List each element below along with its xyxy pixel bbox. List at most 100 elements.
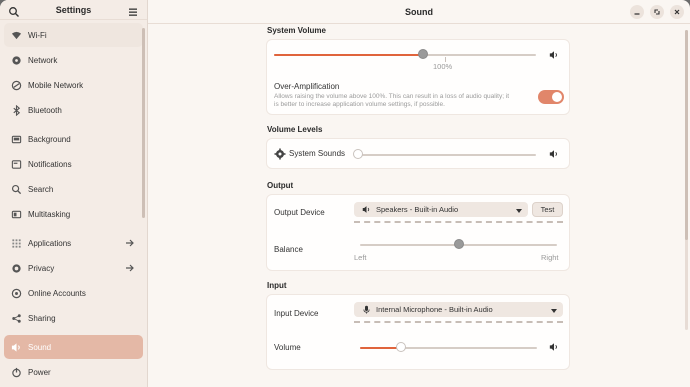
sidebar-item-label: Applications bbox=[28, 238, 72, 248]
settings-window: Settings Wi-Fi Network Mobile Network Bl… bbox=[0, 0, 690, 387]
balance-label: Balance bbox=[274, 245, 303, 254]
sidebar-item-label: Multitasking bbox=[28, 209, 71, 219]
sidebar-item-label: Sound bbox=[28, 342, 52, 352]
sidebar-item-label: Mobile Network bbox=[28, 80, 84, 90]
toggle-knob bbox=[552, 92, 562, 102]
input-volume-slider-thumb[interactable] bbox=[395, 342, 406, 352]
sidebar-item-sharing[interactable]: Sharing bbox=[4, 306, 143, 330]
gear-icon bbox=[274, 148, 286, 160]
speaker-icon[interactable] bbox=[549, 50, 559, 60]
sidebar-item-label: Wi-Fi bbox=[28, 30, 47, 40]
section-title-output: Output bbox=[267, 181, 294, 190]
wifi-icon bbox=[10, 29, 22, 41]
chevron-down-icon bbox=[516, 207, 522, 213]
system-sounds-label: System Sounds bbox=[289, 149, 346, 158]
sidebar-item-mobile-network[interactable]: Mobile Network bbox=[4, 73, 143, 97]
search-icon[interactable] bbox=[8, 6, 20, 18]
system-volume-card: 100% Over-Amplification Allows raising t… bbox=[266, 39, 570, 115]
test-button[interactable]: Test bbox=[532, 202, 563, 217]
main-scrollbar-thumb[interactable] bbox=[685, 30, 688, 240]
output-level-meter bbox=[354, 221, 563, 223]
arrow-right-icon bbox=[125, 237, 135, 249]
input-level-meter bbox=[354, 321, 563, 323]
balance-left-label: Left bbox=[354, 253, 367, 262]
network-icon bbox=[10, 54, 22, 66]
sidebar-item-network[interactable]: Network bbox=[4, 48, 143, 72]
page-title: Sound bbox=[405, 6, 433, 17]
balance-right-label: Right bbox=[541, 253, 559, 262]
search-icon bbox=[10, 183, 22, 195]
background-icon bbox=[10, 133, 22, 145]
chevron-down-icon bbox=[551, 307, 557, 313]
sidebar-item-label: Search bbox=[28, 184, 54, 194]
sidebar-item-privacy[interactable]: Privacy bbox=[4, 256, 143, 280]
sidebar-scrollbar[interactable] bbox=[142, 28, 145, 218]
output-device-dropdown[interactable]: Speakers - Built-in Audio bbox=[354, 202, 528, 217]
input-device-label: Input Device bbox=[274, 309, 319, 318]
sidebar-list: Wi-Fi Network Mobile Network Bluetooth B… bbox=[0, 20, 147, 387]
over-amplification-title: Over-Amplification bbox=[274, 82, 340, 91]
speaker-icon[interactable] bbox=[549, 149, 559, 159]
system-volume-slider-thumb[interactable] bbox=[418, 49, 429, 59]
sidebar-item-background[interactable]: Background bbox=[4, 127, 143, 151]
sidebar-item-label: Sharing bbox=[28, 313, 56, 323]
sidebar-item-multitasking[interactable]: Multitasking bbox=[4, 202, 143, 226]
sidebar-item-label: Background bbox=[28, 134, 71, 144]
sidebar-item-search[interactable]: Search bbox=[4, 177, 143, 201]
sidebar-item-label: Bluetooth bbox=[28, 105, 62, 115]
system-sounds-slider-thumb[interactable] bbox=[353, 149, 363, 159]
microphone-icon bbox=[362, 305, 372, 315]
sidebar-item-applications[interactable]: Applications bbox=[4, 231, 143, 255]
sidebar-item-label: Power bbox=[28, 367, 51, 377]
sidebar-item-online-accounts[interactable]: Online Accounts bbox=[4, 281, 143, 305]
balance-slider-thumb[interactable] bbox=[453, 239, 464, 249]
privacy-icon bbox=[10, 262, 22, 274]
over-amplification-description: Allows raising the volume above 100%. Th… bbox=[274, 93, 536, 109]
sidebar-item-label: Notifications bbox=[28, 159, 72, 169]
mobile-network-icon bbox=[10, 79, 22, 91]
speaker-icon[interactable] bbox=[549, 342, 559, 352]
main-header: Sound bbox=[148, 0, 690, 24]
sidebar-item-label: Privacy bbox=[28, 263, 55, 273]
volume-100-label: 100% bbox=[433, 62, 453, 71]
sidebar: Settings Wi-Fi Network Mobile Network Bl… bbox=[0, 0, 148, 387]
sharing-icon bbox=[10, 312, 22, 324]
output-card: Output Device Speakers - Built-in Audio … bbox=[266, 194, 570, 271]
sidebar-item-bluetooth[interactable]: Bluetooth bbox=[4, 98, 143, 122]
input-device-value: Internal Microphone - Built-in Audio bbox=[376, 305, 493, 314]
section-title-volume-levels: Volume Levels bbox=[267, 125, 323, 134]
input-device-dropdown[interactable]: Internal Microphone - Built-in Audio bbox=[354, 302, 563, 317]
sidebar-item-power[interactable]: Power bbox=[4, 360, 143, 384]
section-title-input: Input bbox=[267, 281, 287, 290]
volume-levels-card: System Sounds bbox=[266, 138, 570, 169]
close-button[interactable] bbox=[670, 5, 684, 19]
speaker-icon bbox=[362, 205, 372, 215]
system-sounds-slider-track[interactable] bbox=[358, 154, 536, 156]
system-volume-slider-fill bbox=[274, 54, 424, 56]
online-accounts-icon bbox=[10, 287, 22, 299]
applications-icon bbox=[10, 237, 22, 249]
sidebar-item-sound[interactable]: Sound bbox=[4, 335, 143, 359]
sidebar-header: Settings bbox=[0, 0, 147, 20]
sidebar-item-wifi[interactable]: Wi-Fi bbox=[4, 23, 143, 47]
output-device-value: Speakers - Built-in Audio bbox=[376, 205, 459, 214]
sidebar-item-notifications[interactable]: Notifications bbox=[4, 152, 143, 176]
input-card: Input Device Internal Microphone - Built… bbox=[266, 294, 570, 370]
sidebar-title: Settings bbox=[55, 4, 92, 15]
hamburger-menu-icon[interactable] bbox=[127, 6, 139, 18]
content: System Volume 100% Over-Amplification Al… bbox=[266, 24, 570, 380]
input-volume-slider-fill bbox=[360, 347, 401, 349]
multitasking-icon bbox=[10, 208, 22, 220]
main-scrollbar[interactable] bbox=[685, 30, 688, 330]
sidebar-item-label: Network bbox=[28, 55, 58, 65]
sidebar-item-label: Online Accounts bbox=[28, 288, 86, 298]
output-device-label: Output Device bbox=[274, 208, 325, 217]
maximize-button[interactable] bbox=[650, 5, 664, 19]
minimize-button[interactable] bbox=[630, 5, 644, 19]
notifications-icon bbox=[10, 158, 22, 170]
section-title-system-volume: System Volume bbox=[267, 26, 326, 35]
over-amplification-toggle[interactable] bbox=[538, 90, 564, 104]
over-amplification-desc-line-2: is better to increase application volume… bbox=[274, 101, 445, 108]
bluetooth-icon bbox=[10, 104, 22, 116]
input-volume-label: Volume bbox=[274, 343, 301, 352]
